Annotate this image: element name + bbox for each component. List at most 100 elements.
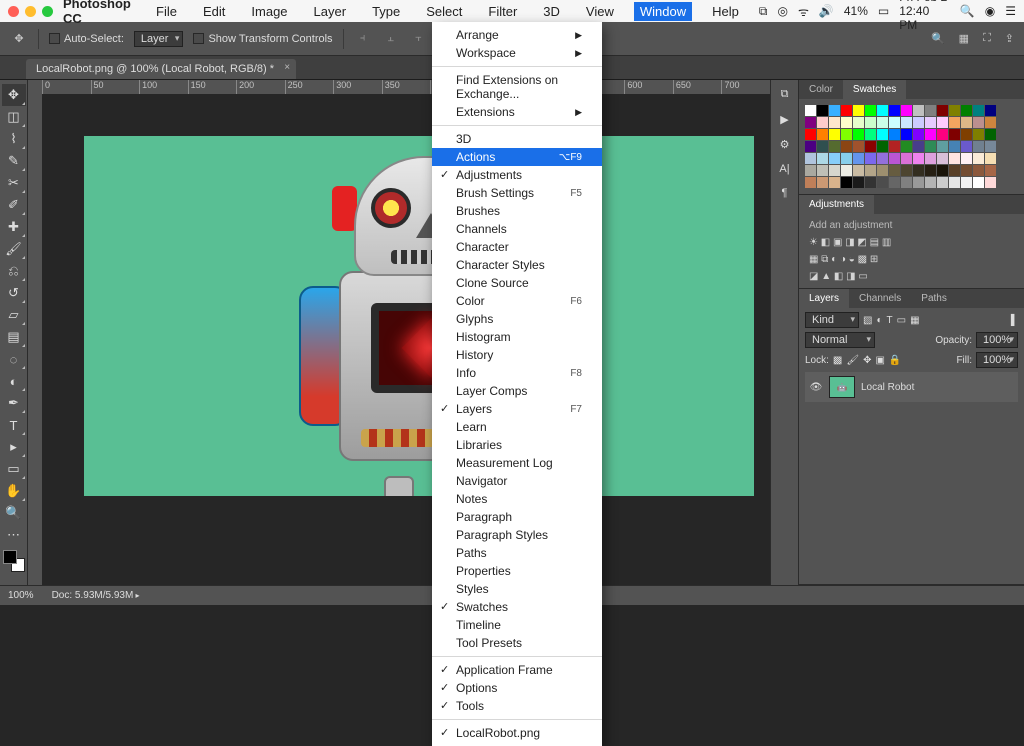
menu-item-channels[interactable]: Channels: [432, 220, 602, 238]
dropbox-icon[interactable]: ⧉: [759, 4, 768, 19]
layer-thumbnail[interactable]: 🤖: [829, 376, 855, 398]
swatch[interactable]: [877, 117, 888, 128]
stamp-tool[interactable]: ⎌: [2, 260, 26, 282]
user-icon[interactable]: ◉: [985, 4, 995, 18]
close-window-icon[interactable]: [8, 6, 19, 17]
actions-panel-icon[interactable]: ▶: [780, 113, 788, 126]
menu-item-styles[interactable]: Styles: [432, 580, 602, 598]
swatch[interactable]: [985, 165, 996, 176]
swatch[interactable]: [877, 165, 888, 176]
swatch[interactable]: [985, 153, 996, 164]
swatch[interactable]: [937, 129, 948, 140]
swatch[interactable]: [961, 165, 972, 176]
lock-position-icon[interactable]: ✥: [863, 355, 871, 366]
menu-item-localrobot-png[interactable]: ✓LocalRobot.png: [432, 724, 602, 742]
swatch[interactable]: [913, 177, 924, 188]
swatch[interactable]: [973, 141, 984, 152]
history-brush-tool[interactable]: ↺: [2, 282, 26, 304]
auto-select-checkbox[interactable]: Auto-Select:: [49, 33, 124, 45]
swatch[interactable]: [901, 141, 912, 152]
swatch[interactable]: [865, 165, 876, 176]
swatch[interactable]: [889, 117, 900, 128]
swatch[interactable]: [913, 141, 924, 152]
menu-item-layer-comps[interactable]: Layer Comps: [432, 382, 602, 400]
swatch[interactable]: [829, 153, 840, 164]
swatch[interactable]: [985, 117, 996, 128]
paragraph-panel-icon[interactable]: ¶: [782, 187, 788, 199]
history-panel-icon[interactable]: ⧉: [781, 88, 789, 101]
canvas[interactable]: [84, 136, 754, 496]
notification-center-icon[interactable]: ☰: [1005, 4, 1016, 18]
lock-transparent-icon[interactable]: ▩: [833, 355, 842, 366]
swatch[interactable]: [817, 165, 828, 176]
swatch[interactable]: [853, 177, 864, 188]
swatch[interactable]: [925, 165, 936, 176]
swatch[interactable]: [949, 153, 960, 164]
eyedropper-tool[interactable]: ✐: [2, 194, 26, 216]
lock-artboard-icon[interactable]: ▣: [875, 355, 884, 366]
swatch[interactable]: [805, 117, 816, 128]
minimize-window-icon[interactable]: [25, 6, 36, 17]
shape-tool[interactable]: ▭: [2, 458, 26, 480]
menu-item-application-frame[interactable]: ✓Application Frame: [432, 661, 602, 679]
document-tab[interactable]: LocalRobot.png @ 100% (Local Robot, RGB/…: [26, 59, 296, 79]
auto-select-dropdown[interactable]: Layer: [134, 31, 184, 47]
swatch[interactable]: [973, 117, 984, 128]
menu-item-extensions[interactable]: Extensions▶: [432, 103, 602, 121]
swatch[interactable]: [829, 165, 840, 176]
swatch[interactable]: [865, 153, 876, 164]
swatch[interactable]: [925, 153, 936, 164]
swatch[interactable]: [817, 153, 828, 164]
layers-tab[interactable]: Layers: [799, 289, 849, 308]
swatch[interactable]: [889, 105, 900, 116]
document-info[interactable]: Doc: 5.93M/5.93M: [52, 590, 140, 601]
swatch[interactable]: [841, 177, 852, 188]
healing-tool[interactable]: ✚: [2, 216, 26, 238]
swatch[interactable]: [889, 177, 900, 188]
sync-icon[interactable]: ◎: [777, 4, 787, 18]
swatch[interactable]: [805, 153, 816, 164]
swatches-tab[interactable]: Swatches: [843, 80, 906, 99]
swatch[interactable]: [949, 141, 960, 152]
ruler-vertical[interactable]: [28, 94, 42, 585]
swatch[interactable]: [829, 129, 840, 140]
menu-item-glyphs[interactable]: Glyphs: [432, 310, 602, 328]
menu-view[interactable]: View: [580, 2, 620, 21]
swatch[interactable]: [829, 117, 840, 128]
hand-tool[interactable]: ✋: [2, 480, 26, 502]
swatch[interactable]: [973, 153, 984, 164]
fill-value[interactable]: 100%: [976, 352, 1018, 368]
menu-item-find-extensions-on-exchange-[interactable]: Find Extensions on Exchange...: [432, 71, 602, 103]
swatch[interactable]: [877, 153, 888, 164]
lock-all-icon[interactable]: 🔒: [889, 355, 901, 366]
swatch[interactable]: [961, 141, 972, 152]
layer-row[interactable]: 👁 🤖 Local Robot: [805, 372, 1018, 402]
color-tab[interactable]: Color: [799, 80, 843, 99]
swatch[interactable]: [901, 117, 912, 128]
menu-item-properties[interactable]: Properties: [432, 562, 602, 580]
lasso-tool[interactable]: ⌇: [2, 128, 26, 150]
swatch[interactable]: [877, 129, 888, 140]
menu-edit[interactable]: Edit: [197, 2, 231, 21]
swatch[interactable]: [853, 105, 864, 116]
swatch[interactable]: [925, 117, 936, 128]
show-transform-checkbox[interactable]: Show Transform Controls: [193, 33, 332, 45]
swatch[interactable]: [889, 153, 900, 164]
swatch[interactable]: [817, 117, 828, 128]
zoom-level[interactable]: 100%: [8, 590, 34, 601]
swatch[interactable]: [877, 177, 888, 188]
eraser-tool[interactable]: ▱: [2, 304, 26, 326]
swatch[interactable]: [817, 105, 828, 116]
swatch[interactable]: [961, 105, 972, 116]
filter-smart-icon[interactable]: ▦: [910, 315, 919, 326]
menu-window[interactable]: Window: [634, 2, 692, 21]
swatch[interactable]: [937, 117, 948, 128]
swatch[interactable]: [913, 117, 924, 128]
properties-panel-icon[interactable]: ⚙: [780, 138, 790, 151]
menu-help[interactable]: Help: [706, 2, 745, 21]
menu-item-navigator[interactable]: Navigator: [432, 472, 602, 490]
menu-item-history[interactable]: History: [432, 346, 602, 364]
swatch[interactable]: [841, 117, 852, 128]
channels-tab[interactable]: Channels: [849, 289, 911, 308]
swatch[interactable]: [901, 129, 912, 140]
